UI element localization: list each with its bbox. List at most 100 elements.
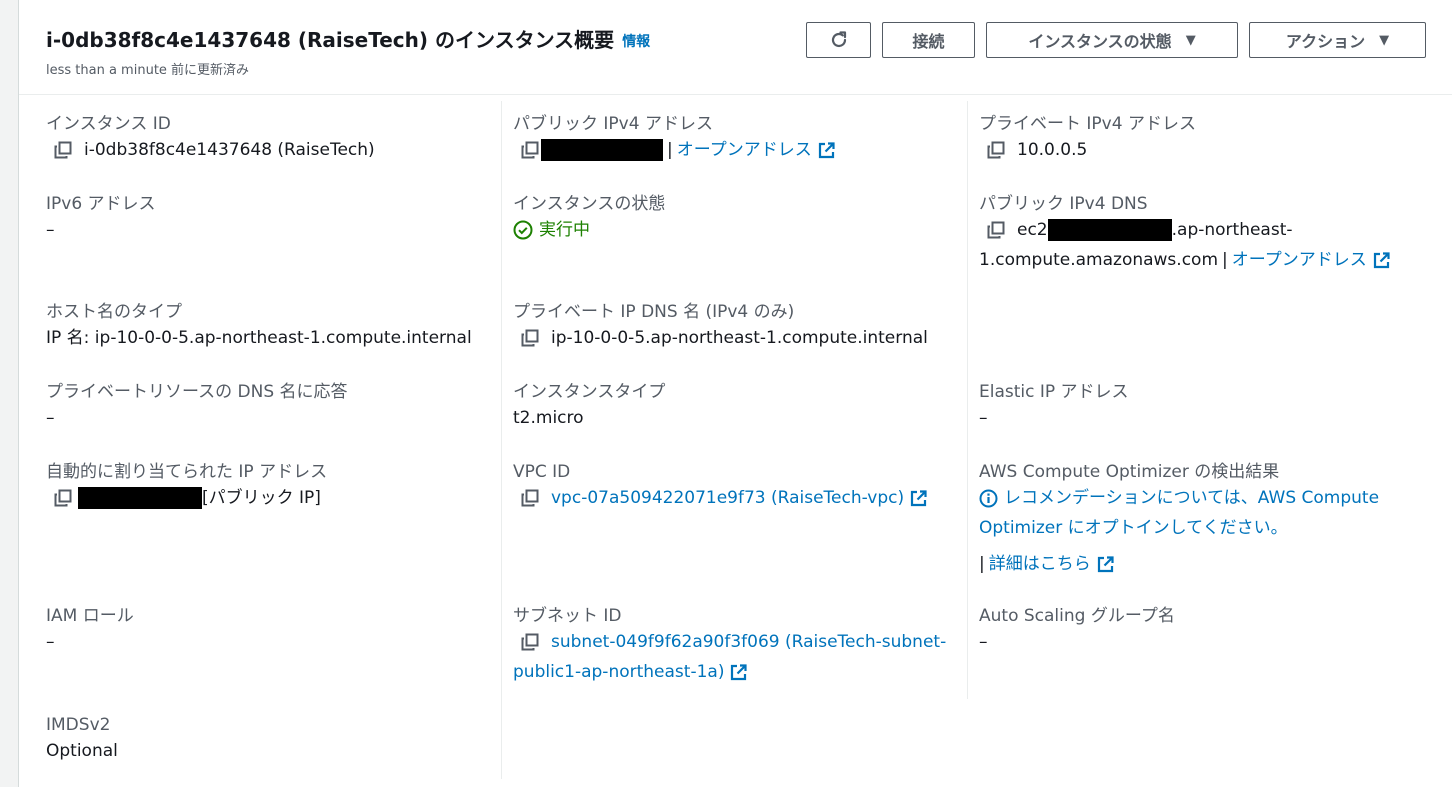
subnet-id-link-line1[interactable]: subnet-049f9f62a90f3f069 (RaiseTech-subn… — [551, 627, 946, 657]
field-value: – — [979, 632, 988, 652]
info-icon — [979, 489, 998, 507]
external-link-icon[interactable] — [1373, 251, 1390, 269]
field-value: ec2 .ap-northeast- 1.compute.amazonaws.c… — [979, 215, 1390, 275]
details-link[interactable]: 詳細はこちら — [989, 549, 1091, 579]
separator: | — [1222, 250, 1228, 270]
column-divider — [501, 101, 502, 779]
field-label: AWS Compute Optimizer の検出結果 — [979, 462, 1280, 482]
field-value: – — [979, 408, 988, 428]
copy-icon[interactable] — [54, 141, 72, 159]
copy-icon[interactable] — [987, 141, 1005, 159]
field-auto-assigned-ip: 自動的に割り当てられた IP アドレス [パブリック IP] — [46, 461, 327, 513]
field-private-dns: プライベート IP DNS 名 (IPv4 のみ) ip-10-0-0-5.ap… — [513, 301, 928, 353]
info-link[interactable]: 情報 — [622, 34, 650, 50]
field-subnet-id: サブネット ID subnet-049f9f62a90f3f069 (Raise… — [513, 605, 946, 687]
field-value: 10.0.0.5 — [979, 135, 1196, 165]
field-compute-optimizer: AWS Compute Optimizer の検出結果 レコメンデーションについ… — [979, 461, 1379, 579]
optimizer-optin-link-line1[interactable]: レコメンデーションについては、AWS Compute — [1004, 483, 1379, 513]
private-dns-value: ip-10-0-0-5.ap-northeast-1.compute.inter… — [551, 328, 928, 348]
field-label: プライベート IPv4 アドレス — [979, 114, 1196, 134]
page-title-text: i-0db38f8c4e1437648 (RaiseTech) のインスタンス概… — [46, 28, 615, 52]
private-ipv4-value: 10.0.0.5 — [1017, 140, 1088, 160]
copy-icon[interactable] — [987, 221, 1005, 239]
public-dns-prefix: ec2 — [1017, 220, 1048, 240]
external-link-icon[interactable] — [818, 141, 835, 159]
field-label: インスタンスの状態 — [513, 194, 666, 214]
redacted-block — [541, 139, 663, 161]
field-value: – — [46, 632, 55, 652]
public-dns-line2: 1.compute.amazonaws.com — [979, 250, 1219, 270]
refresh-button[interactable] — [806, 22, 871, 58]
public-dns-suffix: .ap-northeast- — [1171, 220, 1293, 240]
connect-button-label: 接続 — [912, 32, 945, 51]
redacted-block — [1047, 219, 1172, 241]
vpc-id-link[interactable]: vpc-07a509422071e9f73 (RaiseTech-vpc) — [551, 483, 904, 513]
check-circle-icon — [513, 220, 533, 240]
field-label: サブネット ID — [513, 606, 622, 626]
optimizer-optin-link-line2[interactable]: Optimizer にオプトインしてください。 — [979, 518, 1288, 538]
caret-down-icon: ▼ — [1379, 32, 1390, 48]
redacted-block — [78, 487, 202, 509]
field-private-resource-dns: プライベートリソースの DNS 名に応答 – — [46, 381, 348, 433]
instance-state-button[interactable]: インスタンスの状態 ▼ — [986, 22, 1238, 58]
refresh-icon — [831, 31, 846, 48]
page-title: i-0db38f8c4e1437648 (RaiseTech) のインスタンス概… — [46, 24, 650, 53]
instance-state-button-label: インスタンスの状態 — [1028, 32, 1172, 51]
field-public-dns: パブリック IPv4 DNS ec2 .ap-northeast- 1.comp… — [979, 193, 1390, 275]
subnet-id-link-line2[interactable]: public1-ap-northeast-1a) — [513, 657, 724, 687]
field-value: | オープンアドレス — [513, 135, 835, 165]
field-value: – — [46, 408, 55, 428]
field-label: プライベート IP DNS 名 (IPv4 のみ) — [513, 302, 795, 322]
field-label: IPv6 アドレス — [46, 194, 156, 214]
field-label: インスタンスタイプ — [513, 382, 666, 402]
open-address-link[interactable]: オープンアドレス — [677, 135, 812, 165]
field-hostname-type: ホスト名のタイプ IP 名: ip-10-0-0-5.ap-northeast-… — [46, 301, 472, 353]
field-ipv6: IPv6 アドレス – — [46, 193, 156, 245]
field-label: パブリック IPv4 アドレス — [513, 114, 713, 134]
field-label: VPC ID — [513, 462, 571, 482]
panel-header: i-0db38f8c4e1437648 (RaiseTech) のインスタンス概… — [19, 0, 1452, 95]
field-instance-state: インスタンスの状態 実行中 — [513, 193, 665, 245]
field-label: IAM ロール — [46, 606, 134, 626]
copy-icon[interactable] — [521, 141, 539, 159]
field-public-ipv4: パブリック IPv4 アドレス | オープンアドレス — [513, 113, 835, 165]
field-value: subnet-049f9f62a90f3f069 (RaiseTech-subn… — [513, 627, 946, 687]
column-divider — [967, 101, 968, 699]
actions-button-label: アクション — [1285, 32, 1366, 51]
field-value: t2.micro — [513, 408, 584, 428]
field-auto-scaling-group: Auto Scaling グループ名 – — [979, 605, 1175, 657]
field-value: – — [46, 220, 55, 240]
field-value: i-0db38f8c4e1437648 (RaiseTech) — [46, 135, 375, 165]
field-label: Elastic IP アドレス — [979, 382, 1129, 402]
actions-button[interactable]: アクション ▼ — [1249, 22, 1426, 58]
instance-summary-panel: i-0db38f8c4e1437648 (RaiseTech) のインスタンス概… — [18, 0, 1452, 787]
field-instance-id: インスタンス ID i-0db38f8c4e1437648 (RaiseTech… — [46, 113, 375, 165]
external-link-icon[interactable] — [730, 663, 748, 681]
copy-icon[interactable] — [54, 489, 72, 507]
field-label: プライベートリソースの DNS 名に応答 — [46, 382, 348, 402]
last-updated-text: less than a minute 前に更新済み — [46, 63, 250, 78]
connect-button[interactable]: 接続 — [882, 22, 975, 58]
field-value: Optional — [46, 741, 118, 761]
field-instance-type: インスタンスタイプ t2.micro — [513, 381, 665, 433]
field-value: ip-10-0-0-5.ap-northeast-1.compute.inter… — [513, 323, 928, 353]
field-label: インスタンス ID — [46, 114, 171, 134]
external-link-icon[interactable] — [910, 489, 927, 507]
separator: | — [979, 554, 985, 574]
field-imdsv2: IMDSv2 Optional — [46, 714, 118, 766]
field-value: [パブリック IP] — [46, 483, 327, 513]
field-label: パブリック IPv4 DNS — [979, 194, 1148, 214]
field-iam-role: IAM ロール – — [46, 605, 134, 657]
field-elastic-ip: Elastic IP アドレス – — [979, 381, 1129, 433]
separator: | — [667, 140, 673, 160]
caret-down-icon: ▼ — [1185, 32, 1196, 48]
external-link-icon[interactable] — [1097, 555, 1114, 573]
auto-ip-suffix: [パブリック IP] — [202, 488, 321, 508]
open-address-link[interactable]: オープンアドレス — [1232, 245, 1367, 275]
field-value: vpc-07a509422071e9f73 (RaiseTech-vpc) — [513, 483, 927, 513]
field-private-ipv4: プライベート IPv4 アドレス 10.0.0.5 — [979, 113, 1196, 165]
copy-icon[interactable] — [521, 489, 539, 507]
copy-icon[interactable] — [521, 329, 539, 347]
field-label: ホスト名のタイプ — [46, 302, 182, 322]
copy-icon[interactable] — [521, 633, 539, 651]
